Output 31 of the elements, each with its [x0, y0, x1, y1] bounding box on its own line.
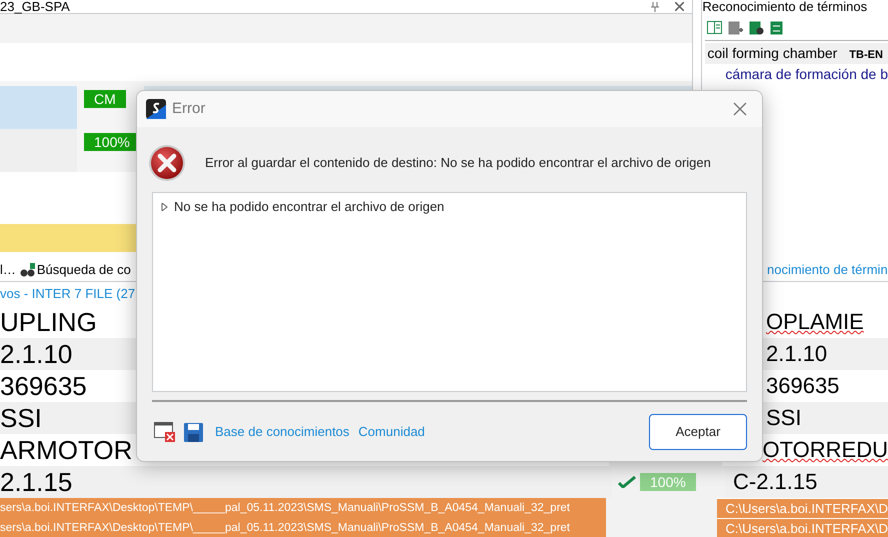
status-badge: CM: [84, 90, 126, 108]
segment-text: SSI: [0, 403, 42, 433]
panel-title: Reconocimiento de términos: [702, 0, 868, 14]
file-path: sers\a.boi.INTERFAX\Desktop\TEMP\_____pal_05.11.2023\SMS_Manuali\ProSSM_B_A0454_Manuali_32_pret: [0, 501, 570, 516]
segment-text: 369635: [0, 371, 87, 401]
panel-tab[interactable]: l…: [0, 260, 16, 280]
segment-text: OTORREDU: [762, 436, 888, 464]
segment-text: C-2.1.15: [733, 468, 818, 496]
segment-text: OPLAMIE: [766, 308, 864, 336]
termbase-label: TB-EN: [849, 48, 883, 63]
file-path: sers\a.boi.INTERFAX\Desktop\TEMP\_____pal_05.11.2023\SMS_Manuali\ProSSM_B_A0454_Manuali_32_pret: [0, 521, 570, 536]
accept-button[interactable]: Aceptar: [649, 414, 747, 450]
segment-text: ARMOTOR: [0, 435, 132, 465]
panel-title: 23_GB-SPA: [0, 0, 70, 14]
dialog-title: Error: [172, 98, 206, 119]
panel-tab[interactable]: Búsqueda de co: [20, 260, 131, 280]
error-message: Error al guardar el contenido de destino: No se ha podido encontrar el archivo de origen: [205, 154, 711, 172]
file-path: C:\Users\a.boi.INTERFAX\D: [717, 498, 888, 518]
source-term: coil forming chamber: [707, 44, 838, 63]
segment-text: 2.1.10: [0, 339, 72, 369]
file-path: C:\Users\a.boi.INTERFAX\D: [717, 518, 888, 537]
file-header: vos - INTER 7 FILE (27: [0, 285, 136, 304]
detail-item[interactable]: No se ha podido encontrar el archivo de origen: [174, 197, 444, 216]
segment-text: SSI: [766, 404, 802, 432]
segment-text: 2.1.10: [766, 340, 828, 368]
target-term: cámara de formación de b: [724, 65, 888, 84]
segment-text: 2.1.15: [0, 467, 72, 497]
segment-text: 369635: [766, 372, 840, 400]
panel-tab[interactable]: nocimiento de términ: [767, 260, 888, 280]
status-badge: 100%: [640, 473, 696, 491]
segment-text: UPLING: [0, 307, 97, 337]
